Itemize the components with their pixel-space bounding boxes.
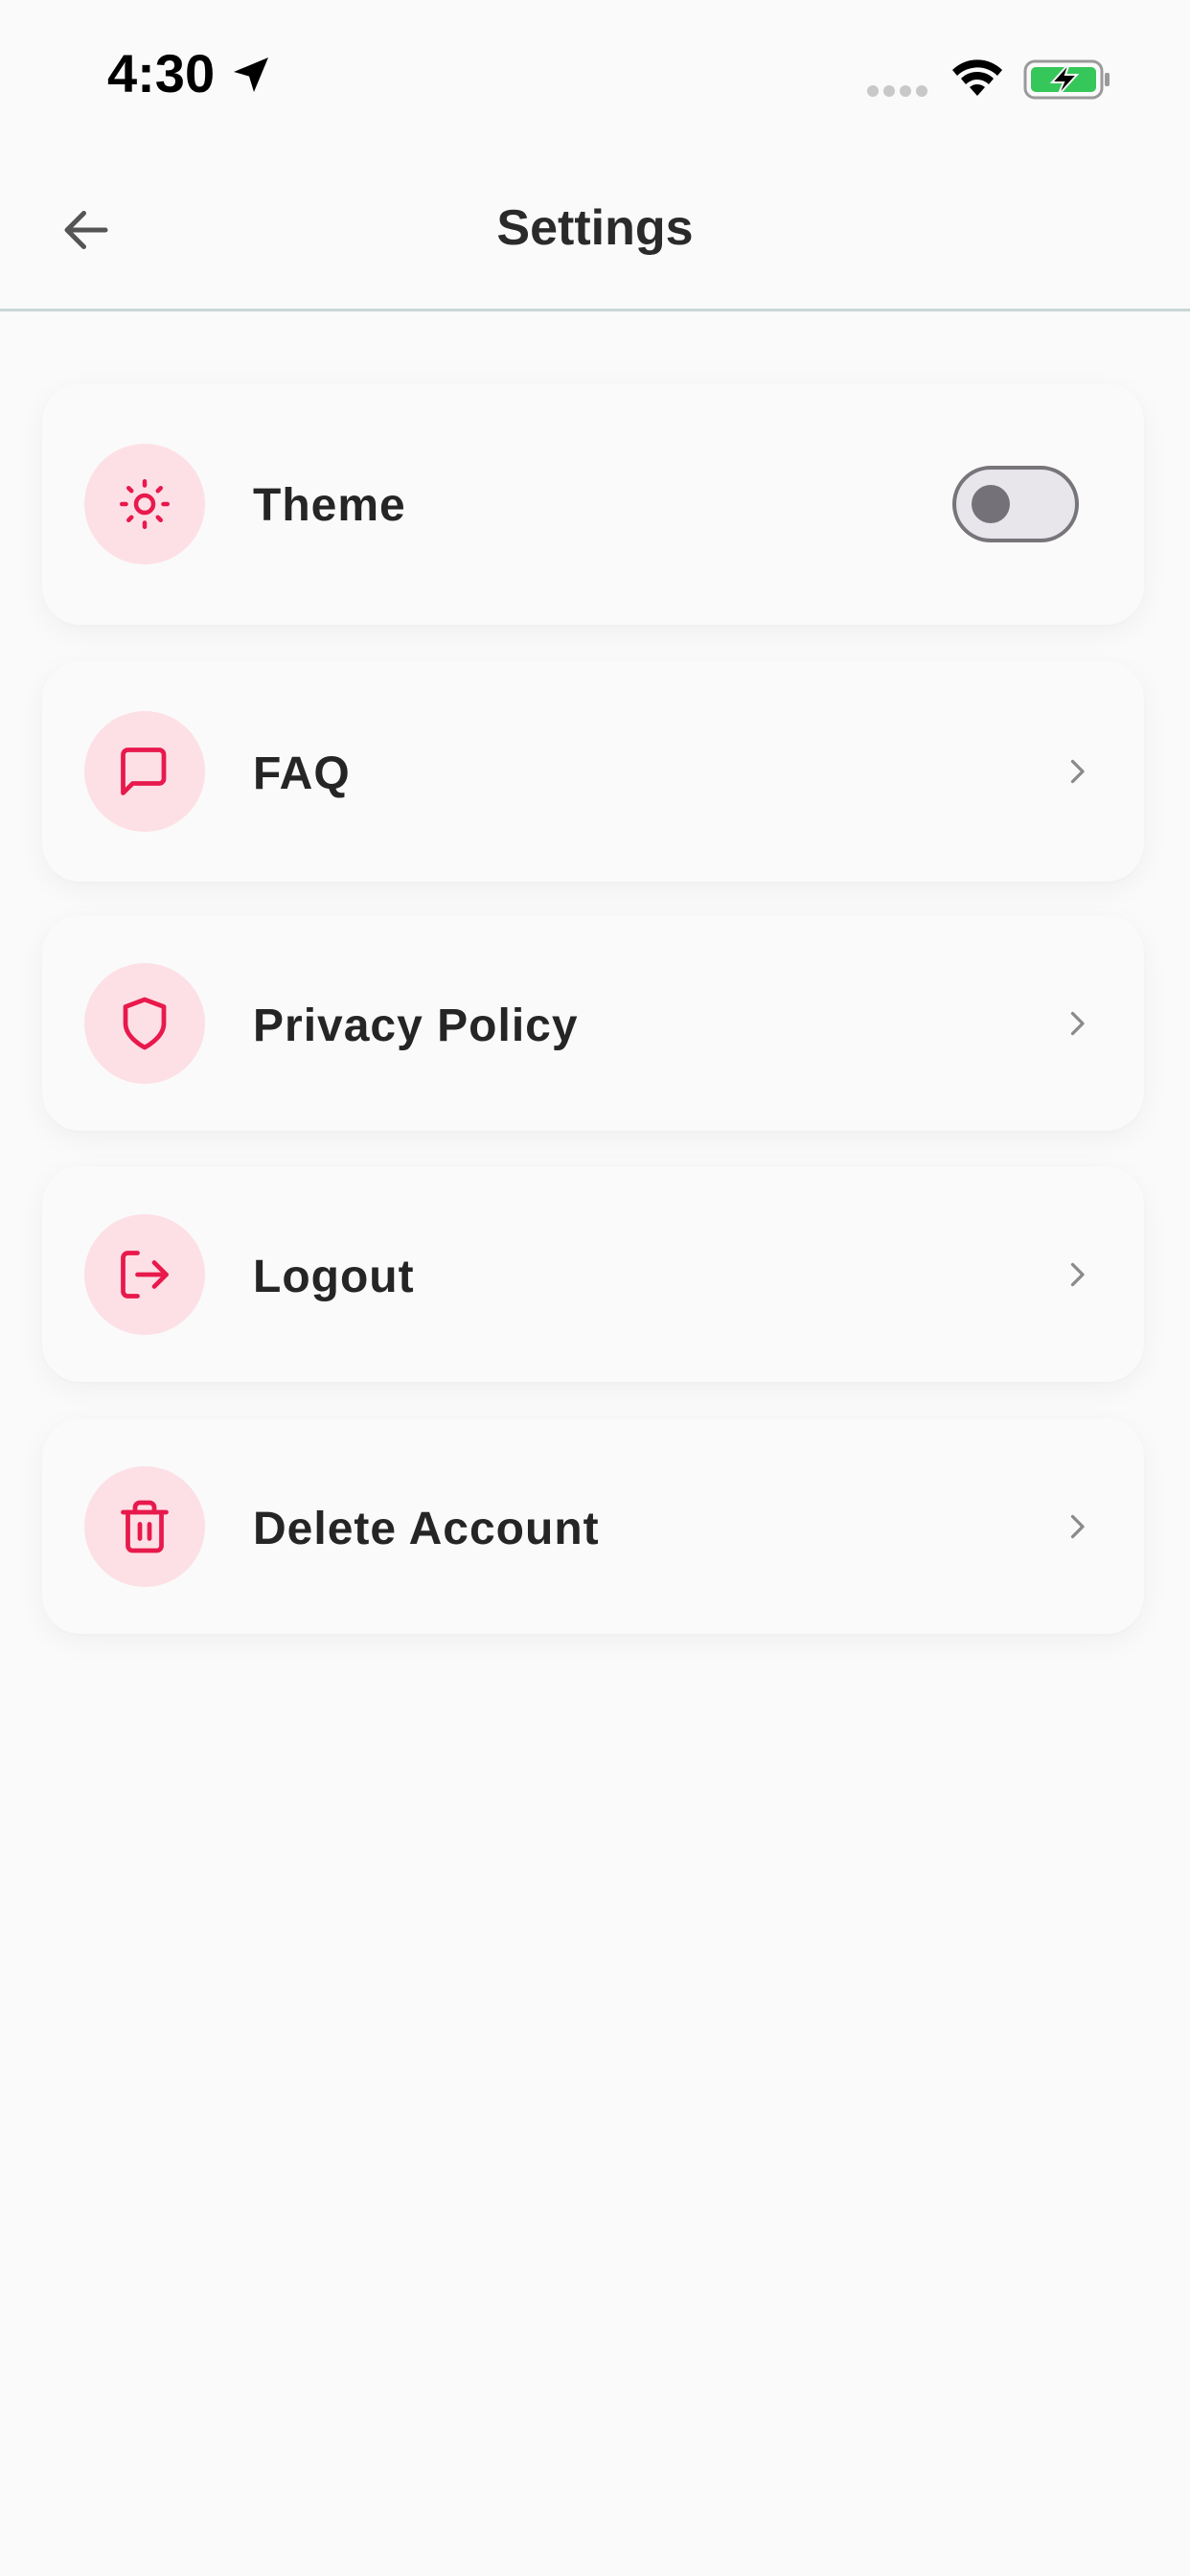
page-title: Settings [496,200,694,256]
wifi-icon [952,59,1002,96]
settings-item-delete-account[interactable]: Delete Account [42,1418,1144,1634]
message-square-icon [121,748,167,795]
settings-item-label: Delete Account [253,1504,600,1554]
settings-item-privacy-policy[interactable]: Privacy Policy [42,915,1144,1131]
shield-icon [123,997,167,1050]
icon-circle [84,711,205,832]
theme-toggle[interactable] [952,466,1079,542]
settings-item-label: Privacy Policy [253,1000,579,1051]
icon-circle [84,1466,205,1587]
location-arrow-icon [234,57,269,92]
settings-screen: 4:30 Settings Theme FAQ Privacy Policy L… [0,0,1190,2576]
signal-icon [867,85,927,97]
settings-item-theme: Theme [42,383,1144,625]
sun-icon [120,479,170,529]
settings-item-faq[interactable]: FAQ [42,661,1144,882]
settings-item-label: Theme [253,480,406,531]
logout-icon [121,1251,169,1299]
settings-item-label: Logout [253,1252,415,1302]
status-time: 4:30 [107,42,274,104]
icon-circle [84,963,205,1084]
settings-item-logout[interactable]: Logout [42,1166,1144,1382]
header: Settings [0,153,1190,311]
status-bar: 4:30 [0,0,1190,153]
icon-circle [84,1214,205,1335]
status-time-text: 4:30 [107,43,216,104]
toggle-knob [972,485,1010,523]
settings-item-label: FAQ [253,748,351,799]
chevron-right-icon [1070,1011,1085,1036]
icon-circle [84,444,205,564]
chevron-right-icon [1070,759,1085,784]
trash-icon [121,1500,169,1553]
chevron-right-icon [1070,1262,1085,1287]
chevron-right-icon [1070,1514,1085,1539]
battery-charging-icon [1023,59,1110,100]
